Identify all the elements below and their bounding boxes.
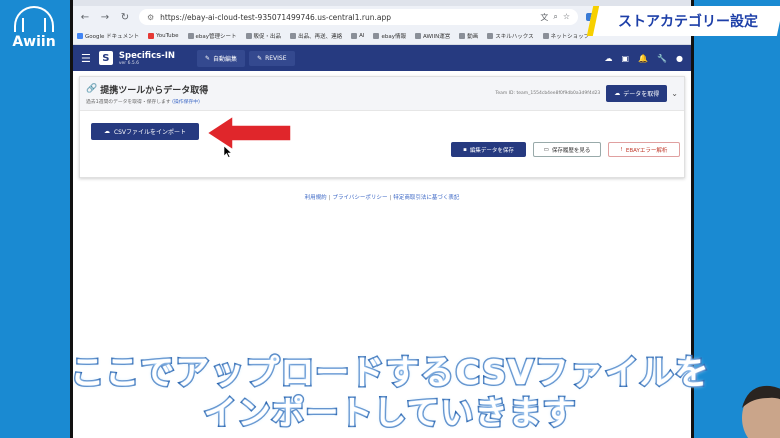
presenter-avatar [742,385,780,438]
awiin-logo: Awiin [4,6,64,56]
topic-title-banner: ストアカテゴリー設定 [586,6,780,36]
red-arrow-annotation [205,114,292,152]
subtitle-line-2: インポートしていきます [202,392,577,434]
topic-title: ストアカテゴリー設定 [618,14,758,30]
logo-text: Awiin [12,34,56,50]
dome-icon [14,6,54,32]
mouse-cursor-icon [224,146,232,158]
